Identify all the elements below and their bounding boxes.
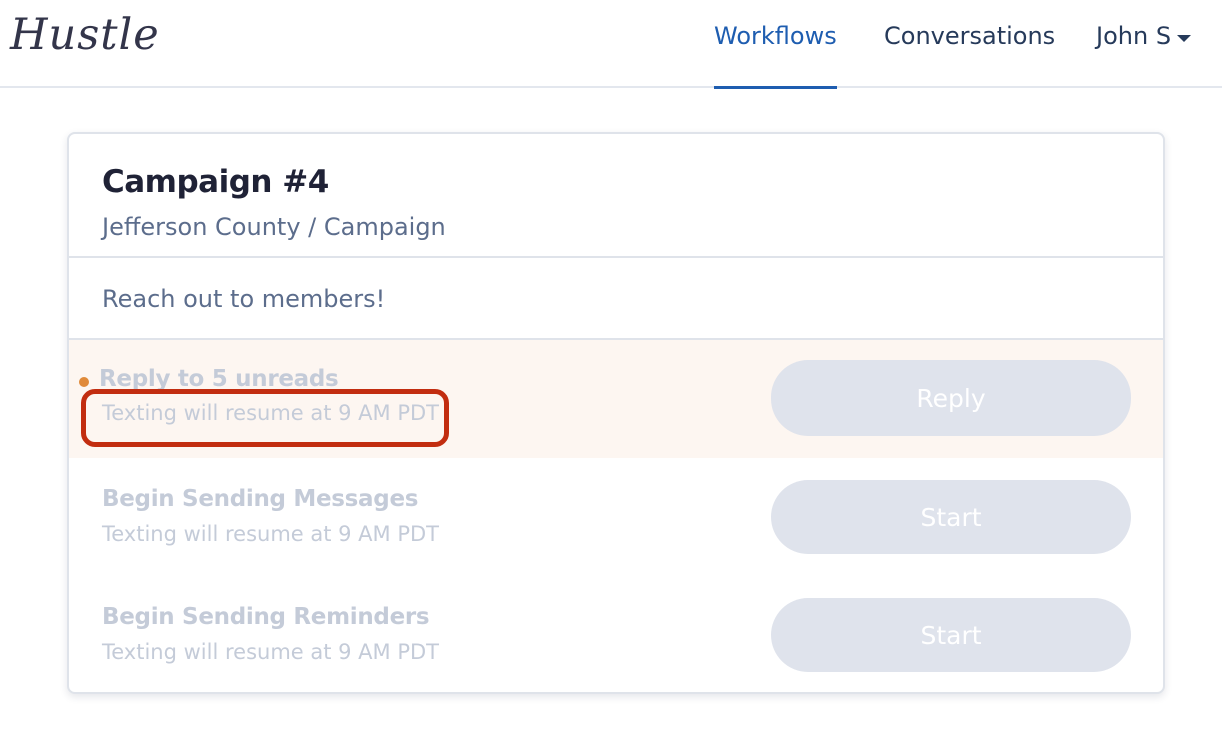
campaign-description-row: Reach out to members! (69, 258, 1163, 340)
task-status: Texting will resume at 9 AM PDT (102, 522, 440, 546)
user-menu[interactable]: John S (1096, 22, 1192, 50)
campaign-card: Campaign #4 Jefferson County / Campaign … (67, 132, 1165, 694)
task-title: Begin Sending Messages (102, 486, 419, 512)
campaign-breadcrumb: Jefferson County / Campaign (102, 213, 446, 241)
unread-dot-icon (79, 377, 89, 387)
task-status: Texting will resume at 9 AM PDT (102, 401, 440, 425)
caret-down-icon (1177, 34, 1192, 42)
campaign-title: Campaign #4 (102, 164, 329, 200)
user-name: John S (1096, 22, 1172, 50)
task-title: Reply to 5 unreads (99, 366, 339, 392)
card-header: Campaign #4 Jefferson County / Campaign (69, 134, 1163, 258)
nav-workflows[interactable]: Workflows (714, 22, 837, 89)
nav-conversations[interactable]: Conversations (884, 22, 1055, 50)
hustle-logo[interactable]: Hustle (10, 10, 160, 60)
task-row-messages: Begin Sending Messages Texting will resu… (69, 458, 1163, 576)
task-row-reply: Reply to 5 unreads Texting will resume a… (69, 340, 1163, 458)
task-title: Begin Sending Reminders (102, 604, 430, 630)
campaign-description: Reach out to members! (102, 285, 386, 313)
start-messages-button[interactable]: Start (771, 480, 1131, 554)
reply-button[interactable]: Reply (771, 360, 1131, 436)
task-status: Texting will resume at 9 AM PDT (102, 640, 440, 664)
task-row-reminders: Begin Sending Reminders Texting will res… (69, 576, 1163, 692)
start-reminders-button[interactable]: Start (771, 598, 1131, 672)
top-navigation-bar: Hustle Workflows Conversations John S (0, 0, 1222, 89)
